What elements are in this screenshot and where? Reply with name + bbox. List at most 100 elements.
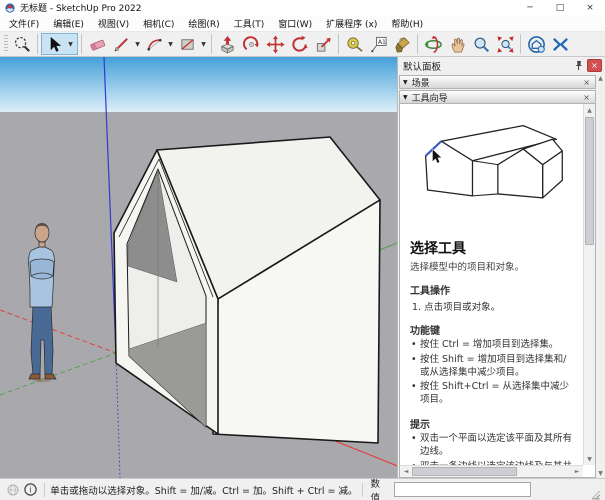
instructor-title: 选择工具 bbox=[410, 238, 575, 258]
tips-list: 双击一个平面以选定该平面及其所有边线。 双击一条边线以选定该边线及与其共享的平面… bbox=[410, 433, 575, 465]
move-tool-button[interactable] bbox=[263, 33, 287, 55]
model-scene bbox=[0, 57, 397, 478]
rectangle-tool-button[interactable] bbox=[175, 33, 199, 55]
toolbar-grip[interactable] bbox=[4, 35, 8, 53]
tip-item: 双击一个平面以选定该平面及其所有边线。 bbox=[410, 433, 575, 459]
zoom-icon bbox=[472, 35, 491, 54]
trimble-connect-icon bbox=[551, 35, 570, 54]
move-icon bbox=[266, 35, 285, 54]
sketchup-window: 无标题 - SketchUp Pro 2022 ─ □ × 文件(F) 编辑(E… bbox=[0, 0, 605, 500]
rectangle-dropdown-icon[interactable]: ▼ bbox=[199, 41, 208, 48]
text-label-icon: A1 bbox=[369, 35, 388, 54]
select-tool-button[interactable]: ▼ bbox=[41, 33, 78, 55]
pan-tool-button[interactable] bbox=[445, 33, 469, 55]
scale-tool-button[interactable] bbox=[311, 33, 335, 55]
scroll-down-icon[interactable]: ▼ bbox=[584, 453, 595, 465]
statusbar: i 单击或拖动以选择对象。Shift = 加/减。Ctrl = 加。Shift … bbox=[0, 478, 605, 500]
svg-text:i: i bbox=[29, 485, 31, 494]
select-arrow-icon bbox=[45, 35, 64, 54]
instructor-close-icon[interactable]: × bbox=[581, 93, 592, 102]
horizontal-scroll-thumb[interactable] bbox=[412, 467, 517, 476]
help-button[interactable]: i bbox=[24, 483, 38, 497]
pin-icon bbox=[573, 60, 584, 71]
geolocation-button[interactable] bbox=[6, 483, 20, 497]
modifier-keys-heading: 功能键 bbox=[410, 322, 575, 337]
vertical-scroll-thumb[interactable] bbox=[585, 117, 594, 245]
menu-tools[interactable]: 工具(T) bbox=[227, 15, 272, 32]
zoom-extents-tool-button[interactable] bbox=[493, 33, 517, 55]
offset-icon bbox=[242, 35, 261, 54]
trimble-connect-button[interactable] bbox=[548, 33, 572, 55]
line-tool-button[interactable] bbox=[109, 33, 133, 55]
paint-bucket-tool-button[interactable] bbox=[390, 33, 414, 55]
modifier-keys-list: 按住 Ctrl = 增加项目到选择集。 按住 Shift = 增加项目到选择集和… bbox=[410, 339, 575, 407]
tape-measure-tool-button[interactable] bbox=[342, 33, 366, 55]
tray-title: 默认面板 bbox=[403, 59, 571, 73]
zoom-extents-icon bbox=[496, 35, 515, 54]
instructor-house-image bbox=[403, 110, 581, 232]
menu-file[interactable]: 文件(F) bbox=[2, 15, 46, 32]
tray-close-button[interactable]: × bbox=[587, 59, 602, 72]
3d-warehouse-button[interactable] bbox=[524, 33, 548, 55]
select-dropdown-icon[interactable]: ▼ bbox=[66, 41, 75, 48]
pan-hand-icon bbox=[448, 35, 467, 54]
arc-icon bbox=[145, 35, 164, 54]
eraser-tool-button[interactable] bbox=[85, 33, 109, 55]
instructor-horizontal-scrollbar[interactable]: ◄ ► bbox=[400, 465, 583, 477]
menu-extensions[interactable]: 扩展程序 (x) bbox=[319, 15, 384, 32]
text-tool-button[interactable]: A1 bbox=[366, 33, 390, 55]
section-scenes[interactable]: ▼ 场景 × bbox=[399, 75, 596, 89]
menubar: 文件(F) 编辑(E) 视图(V) 相机(C) 绘图(R) 工具(T) 窗口(W… bbox=[0, 15, 605, 32]
minimize-button[interactable]: ─ bbox=[515, 0, 545, 15]
modifier-key-item: 按住 Shift+Ctrl = 从选择集中减少项目。 bbox=[410, 381, 575, 407]
scroll-right-icon[interactable]: ► bbox=[571, 468, 583, 475]
rotate-tool-button[interactable] bbox=[287, 33, 311, 55]
getting-started-toolbar: ▼ ▼ bbox=[0, 32, 605, 57]
tray-scrollbar[interactable]: ▲ ▼ bbox=[596, 74, 605, 478]
main-area: 默认面板 × ▼ 场景 × ▼ bbox=[0, 57, 605, 478]
tray-scroll-down-icon[interactable]: ▼ bbox=[598, 469, 603, 478]
resize-grip[interactable] bbox=[591, 486, 601, 500]
model-viewport[interactable] bbox=[0, 57, 397, 478]
line-dropdown-icon[interactable]: ▼ bbox=[133, 41, 142, 48]
tray-scroll-up-icon[interactable]: ▲ bbox=[598, 74, 603, 83]
menu-view[interactable]: 视图(V) bbox=[91, 15, 136, 32]
pin-button[interactable] bbox=[571, 59, 585, 72]
search-icon bbox=[13, 35, 32, 54]
scale-icon bbox=[314, 35, 333, 54]
close-button[interactable]: × bbox=[575, 0, 605, 15]
instructor-panel: 选择工具 选择模型中的项目和对象。 工具操作 1. 点击项目或对象。 功能键 按… bbox=[399, 104, 596, 478]
help-circle-icon: i bbox=[24, 483, 37, 496]
operation-step: 1. 点击项目或对象。 bbox=[412, 299, 575, 313]
push-pull-tool-button[interactable] bbox=[215, 33, 239, 55]
scenes-toggle-icon[interactable]: ▼ bbox=[403, 79, 408, 86]
menu-help[interactable]: 帮助(H) bbox=[384, 15, 430, 32]
arc-tool-button[interactable] bbox=[142, 33, 166, 55]
zoom-tool-button[interactable] bbox=[469, 33, 493, 55]
scroll-left-icon[interactable]: ◄ bbox=[400, 468, 412, 475]
menu-edit[interactable]: 编辑(E) bbox=[46, 15, 91, 32]
offset-tool-button[interactable] bbox=[239, 33, 263, 55]
menu-camera[interactable]: 相机(C) bbox=[136, 15, 181, 32]
tray-header[interactable]: 默认面板 × bbox=[398, 57, 605, 74]
instructor-toggle-icon[interactable]: ▼ bbox=[403, 94, 408, 101]
arc-dropdown-icon[interactable]: ▼ bbox=[166, 41, 175, 48]
push-pull-icon bbox=[218, 35, 237, 54]
instructor-vertical-scrollbar[interactable]: ▲ ▼ bbox=[583, 104, 595, 465]
modifier-key-item: 按住 Ctrl = 增加项目到选择集。 bbox=[410, 339, 575, 352]
section-instructor[interactable]: ▼ 工具向导 × bbox=[399, 90, 596, 104]
titlebar: 无标题 - SketchUp Pro 2022 ─ □ × bbox=[0, 0, 605, 15]
scroll-up-icon[interactable]: ▲ bbox=[584, 104, 595, 116]
menu-draw[interactable]: 绘图(R) bbox=[181, 15, 226, 32]
measurements-label: 数值 bbox=[370, 476, 389, 500]
scenes-label: 场景 bbox=[412, 76, 582, 89]
measurements-input[interactable] bbox=[394, 482, 531, 497]
tape-measure-icon bbox=[345, 35, 364, 54]
menu-window[interactable]: 窗口(W) bbox=[271, 15, 319, 32]
eraser-icon bbox=[88, 35, 107, 54]
scenes-close-icon[interactable]: × bbox=[581, 78, 592, 87]
orbit-tool-button[interactable] bbox=[421, 33, 445, 55]
maximize-button[interactable]: □ bbox=[545, 0, 575, 15]
svg-text:A1: A1 bbox=[377, 38, 385, 45]
search-tool-button[interactable] bbox=[10, 33, 34, 55]
